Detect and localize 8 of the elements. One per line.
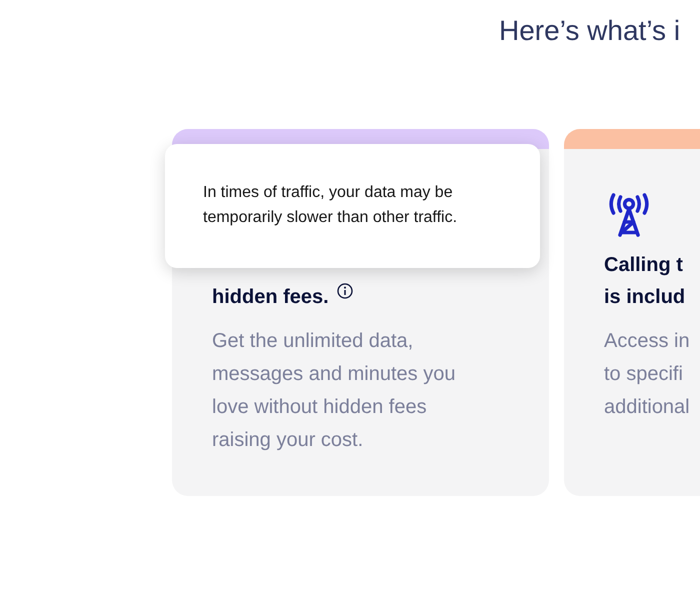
card-description: Get the unlimited data, messages and minutes you love without hidden fees raising your cost. (212, 329, 456, 453)
radio-tower-icon (607, 193, 651, 237)
section-heading: Here’s what’s i (499, 14, 680, 48)
info-icon[interactable] (336, 283, 353, 299)
card-description: Access in to specifi additional (604, 329, 690, 420)
card-title: Calling t is includ (604, 254, 686, 308)
card-title: hidden fees. (212, 286, 329, 308)
tooltip-text: In times of traffic, your data may be temporarily slower than other traffic. (203, 183, 458, 228)
